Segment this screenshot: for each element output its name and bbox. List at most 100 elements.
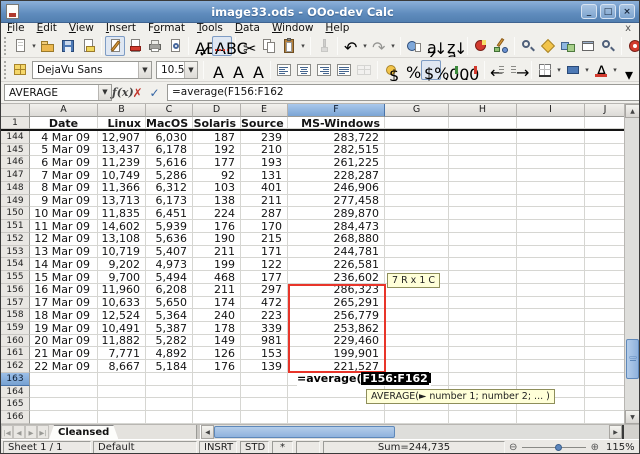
- cut-button[interactable]: ✂: [239, 36, 259, 56]
- align-center-button[interactable]: [294, 60, 314, 80]
- cell[interactable]: 228,287: [288, 169, 385, 182]
- row-header-145[interactable]: 145: [1, 144, 30, 157]
- row-header-1[interactable]: 1: [1, 117, 30, 129]
- cell[interactable]: 287: [241, 207, 288, 220]
- cell[interactable]: 401: [241, 182, 288, 195]
- cell[interactable]: 176: [193, 220, 241, 233]
- cell[interactable]: 211: [193, 246, 241, 259]
- cell[interactable]: 5,364: [146, 309, 193, 322]
- zoom-out-icon[interactable]: ⊖: [509, 441, 517, 454]
- cell[interactable]: 339: [241, 322, 288, 335]
- cell[interactable]: 190: [193, 233, 241, 246]
- sort-ascending-button[interactable]: az↓: [424, 36, 444, 56]
- cell[interactable]: 22 Mar 09: [30, 360, 98, 373]
- cell[interactable]: 21 Mar 09: [30, 347, 98, 360]
- cell[interactable]: Solaris: [193, 117, 241, 129]
- scroll-right-icon[interactable]: ▶: [609, 425, 622, 439]
- styles-button[interactable]: [10, 60, 30, 80]
- document-close-button[interactable]: x: [625, 24, 631, 34]
- cell[interactable]: 15 Mar 09: [30, 271, 98, 284]
- cell[interactable]: 6,208: [146, 284, 193, 297]
- paste-button[interactable]: [279, 36, 299, 56]
- cell[interactable]: 240: [193, 309, 241, 322]
- row-header-157[interactable]: 157: [1, 297, 30, 310]
- cell[interactable]: 174: [193, 297, 241, 310]
- cell[interactable]: [385, 335, 449, 348]
- cell[interactable]: [517, 220, 585, 233]
- align-right-button[interactable]: [314, 60, 334, 80]
- zoom-slider[interactable]: ⊖ ⊕: [509, 441, 599, 454]
- export-pdf-button[interactable]: [125, 36, 145, 56]
- row-header-160[interactable]: 160: [1, 335, 30, 348]
- row-header-164[interactable]: 164: [1, 386, 30, 399]
- column-header-D[interactable]: D: [193, 104, 241, 117]
- cell[interactable]: 5,184: [146, 360, 193, 373]
- new-document-dropdown-icon[interactable]: ▾: [30, 42, 38, 50]
- cell[interactable]: 19 Mar 09: [30, 322, 98, 335]
- cell[interactable]: 18 Mar 09: [30, 309, 98, 322]
- spellcheck-button[interactable]: ABC✓: [192, 36, 212, 56]
- cell[interactable]: [517, 347, 585, 360]
- column-header-F[interactable]: F: [288, 104, 385, 117]
- cell[interactable]: 4,892: [146, 347, 193, 360]
- cell[interactable]: [449, 220, 517, 233]
- name-box[interactable]: AVERAGE ▼: [4, 84, 112, 101]
- cell[interactable]: 253,862: [288, 322, 385, 335]
- increase-indent-button[interactable]: →: [508, 60, 528, 80]
- cell[interactable]: 10,633: [98, 297, 146, 310]
- cell[interactable]: 261,225: [288, 156, 385, 169]
- cell[interactable]: 122: [241, 258, 288, 271]
- cell[interactable]: [517, 411, 585, 424]
- gallery-button[interactable]: [558, 36, 578, 56]
- zoom-button[interactable]: [598, 36, 618, 56]
- cell[interactable]: [585, 398, 626, 411]
- cell[interactable]: 5,636: [146, 233, 193, 246]
- cell[interactable]: [385, 169, 449, 182]
- cell[interactable]: 224: [193, 207, 241, 220]
- cell[interactable]: 5,286: [146, 169, 193, 182]
- cell[interactable]: [241, 386, 288, 399]
- cell[interactable]: [585, 207, 626, 220]
- cell[interactable]: 6,030: [146, 131, 193, 144]
- cell[interactable]: [385, 220, 449, 233]
- column-header-A[interactable]: A: [30, 104, 98, 117]
- cell[interactable]: [385, 195, 449, 208]
- redo-button[interactable]: ↷: [369, 36, 389, 56]
- cell[interactable]: [585, 411, 626, 424]
- cell[interactable]: 283,722: [288, 131, 385, 144]
- status-insert-mode[interactable]: INSRT: [199, 441, 237, 454]
- cell[interactable]: [585, 347, 626, 360]
- menu-help[interactable]: Help: [319, 23, 355, 34]
- cell[interactable]: [585, 309, 626, 322]
- vertical-scroll-thumb[interactable]: [626, 339, 639, 379]
- cell[interactable]: 284,473: [288, 220, 385, 233]
- undo-button[interactable]: ↶: [341, 36, 361, 56]
- cell[interactable]: 4,973: [146, 258, 193, 271]
- cell[interactable]: [517, 297, 585, 310]
- cell[interactable]: 6,178: [146, 144, 193, 157]
- standard-format-button[interactable]: $%: [421, 60, 441, 80]
- cell[interactable]: 6,173: [146, 195, 193, 208]
- last-sheet-icon[interactable]: ▶|: [37, 425, 49, 439]
- cell[interactable]: [449, 284, 517, 297]
- name-box-dropdown-icon[interactable]: ▼: [98, 85, 111, 100]
- row-header-148[interactable]: 148: [1, 182, 30, 195]
- row-header-161[interactable]: 161: [1, 347, 30, 360]
- cell[interactable]: [517, 246, 585, 259]
- cell[interactable]: 131: [241, 169, 288, 182]
- menu-data[interactable]: Data: [229, 23, 266, 34]
- cell[interactable]: 126: [193, 347, 241, 360]
- align-left-button[interactable]: [274, 60, 294, 80]
- zoom-slider-track[interactable]: [522, 447, 586, 448]
- cell[interactable]: [517, 207, 585, 220]
- cell[interactable]: 981: [241, 335, 288, 348]
- cell[interactable]: 11,882: [98, 335, 146, 348]
- cell[interactable]: 4 Mar 09: [30, 131, 98, 144]
- open-button[interactable]: [38, 36, 58, 56]
- cell[interactable]: 92: [193, 169, 241, 182]
- menu-insert[interactable]: Insert: [100, 23, 142, 34]
- cell[interactable]: 215: [241, 233, 288, 246]
- menu-file[interactable]: File: [1, 23, 31, 34]
- cell[interactable]: [517, 284, 585, 297]
- cell[interactable]: 289,870: [288, 207, 385, 220]
